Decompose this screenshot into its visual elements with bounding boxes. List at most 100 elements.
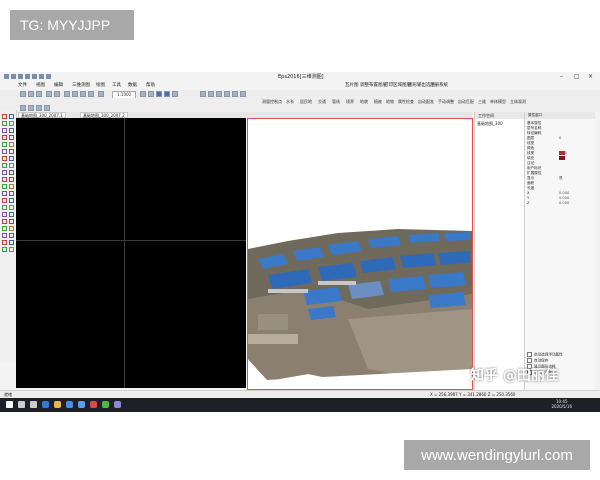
draw-tool-icon[interactable] bbox=[2, 128, 7, 133]
new-icon[interactable] bbox=[20, 91, 26, 97]
quick-access-icon[interactable] bbox=[39, 74, 44, 79]
menu-data[interactable]: 数据 bbox=[128, 82, 137, 90]
draw-tool-icon[interactable] bbox=[9, 135, 14, 140]
draw-tool-icon[interactable] bbox=[2, 135, 7, 140]
tray-clock[interactable]: 10:45 2020/5/16 bbox=[551, 399, 572, 409]
draw-tool-icon[interactable] bbox=[9, 114, 14, 119]
draw-tool-icon[interactable] bbox=[2, 205, 7, 210]
workspace-tree-item[interactable]: 基础地图_300 bbox=[477, 121, 503, 126]
menu-edit[interactable]: 编辑 bbox=[54, 82, 63, 90]
draw-tool-icon[interactable] bbox=[9, 247, 14, 252]
zoom-in-icon[interactable] bbox=[64, 91, 70, 97]
draw-tool-icon[interactable] bbox=[9, 149, 14, 154]
top-link[interactable]: 瓦片图 bbox=[345, 82, 359, 90]
viewport-2d[interactable] bbox=[16, 118, 246, 388]
draw-tool-icon[interactable] bbox=[9, 191, 14, 196]
draw-tool-icon[interactable] bbox=[9, 156, 14, 161]
menu-file[interactable]: 文件 bbox=[18, 82, 27, 90]
draw-tool-icon[interactable] bbox=[2, 156, 7, 161]
viewport-3d[interactable] bbox=[247, 118, 473, 390]
menu-3d-mapping[interactable]: 三维测图 bbox=[72, 82, 90, 90]
draw-tool-icon[interactable] bbox=[9, 240, 14, 245]
draw-tool-icon[interactable] bbox=[2, 233, 7, 238]
toolbar-icon[interactable] bbox=[200, 91, 206, 97]
refresh-icon[interactable] bbox=[88, 91, 94, 97]
menu-help[interactable]: 帮助 bbox=[146, 82, 155, 90]
search-icon[interactable] bbox=[18, 401, 25, 408]
view-2d-icon[interactable] bbox=[164, 91, 170, 97]
quick-access-icon[interactable] bbox=[18, 74, 23, 79]
pan-icon[interactable] bbox=[80, 91, 86, 97]
draw-tool-icon[interactable] bbox=[2, 177, 7, 182]
draw-tool-icon[interactable] bbox=[9, 198, 14, 203]
menu-view[interactable]: 视图 bbox=[36, 82, 45, 90]
close-button[interactable]: × bbox=[588, 73, 593, 81]
minimize-button[interactable]: – bbox=[560, 73, 563, 81]
draw-tool-icon[interactable] bbox=[9, 121, 14, 126]
grid-icon[interactable] bbox=[140, 91, 146, 97]
draw-tool-icon[interactable] bbox=[2, 212, 7, 217]
menu-draw[interactable]: 绘图 bbox=[96, 82, 105, 90]
draw-tool-icon[interactable] bbox=[9, 226, 14, 231]
view-3d-icon[interactable] bbox=[156, 91, 162, 97]
draw-tool-icon[interactable] bbox=[2, 247, 7, 252]
quick-access-icon[interactable] bbox=[46, 74, 51, 79]
draw-tool-icon[interactable] bbox=[2, 226, 7, 231]
measure-icon[interactable] bbox=[172, 91, 178, 97]
quick-access-icon[interactable] bbox=[32, 74, 37, 79]
draw-tool-icon[interactable] bbox=[9, 163, 14, 168]
save-icon[interactable] bbox=[36, 91, 42, 97]
draw-tool-icon[interactable] bbox=[2, 219, 7, 224]
taskview-icon[interactable] bbox=[30, 401, 37, 408]
color-swatch[interactable] bbox=[559, 156, 565, 160]
zoom-out-icon[interactable] bbox=[72, 91, 78, 97]
toolbar-icon[interactable] bbox=[208, 91, 214, 97]
edge-icon[interactable] bbox=[42, 401, 49, 408]
toolbar-icon[interactable] bbox=[224, 91, 230, 97]
redo-icon[interactable] bbox=[54, 91, 60, 97]
draw-tool-icon[interactable] bbox=[9, 142, 14, 147]
toolbar-icon[interactable] bbox=[36, 105, 42, 111]
toolbar-icon[interactable] bbox=[232, 91, 238, 97]
draw-tool-icon[interactable] bbox=[9, 170, 14, 175]
draw-tool-icon[interactable] bbox=[9, 184, 14, 189]
draw-tool-icon[interactable] bbox=[9, 128, 14, 133]
toolbar-icon[interactable] bbox=[240, 91, 246, 97]
draw-tool-icon[interactable] bbox=[2, 198, 7, 203]
quick-access-icon[interactable] bbox=[11, 74, 16, 79]
toolbar-icon[interactable] bbox=[20, 105, 26, 111]
store-icon[interactable] bbox=[66, 401, 73, 408]
open-icon[interactable] bbox=[28, 91, 34, 97]
draw-tool-icon[interactable] bbox=[9, 177, 14, 182]
undo-icon[interactable] bbox=[46, 91, 52, 97]
draw-tool-icon[interactable] bbox=[2, 184, 7, 189]
windows-icon[interactable] bbox=[6, 401, 13, 408]
color-swatch[interactable] bbox=[559, 151, 565, 155]
draw-tool-icon[interactable] bbox=[2, 163, 7, 168]
draw-tool-icon[interactable] bbox=[2, 191, 7, 196]
property-value[interactable]: 0 bbox=[559, 136, 561, 141]
top-link[interactable]: 注册系统 bbox=[430, 82, 448, 90]
app-icon-4[interactable] bbox=[114, 401, 121, 408]
draw-tool-icon[interactable] bbox=[9, 233, 14, 238]
menu-tools[interactable]: 工具 bbox=[112, 82, 121, 90]
top-link[interactable]: 打印区域图层 bbox=[384, 82, 411, 90]
quick-access-icon[interactable] bbox=[25, 74, 30, 79]
property-value[interactable]: 0.000 bbox=[559, 201, 569, 206]
snap-icon[interactable] bbox=[148, 91, 154, 97]
app-icon-1[interactable] bbox=[78, 401, 85, 408]
toolbar-icon[interactable] bbox=[44, 105, 50, 111]
toolbar-icon[interactable] bbox=[28, 105, 34, 111]
draw-tool-icon[interactable] bbox=[2, 114, 7, 119]
draw-tool-icon[interactable] bbox=[2, 170, 7, 175]
property-value[interactable]: 是 bbox=[559, 176, 563, 181]
toolbar-icon[interactable] bbox=[216, 91, 222, 97]
draw-tool-icon[interactable] bbox=[9, 212, 14, 217]
draw-tool-icon[interactable] bbox=[9, 219, 14, 224]
top-link[interactable]: 调整布置图层 bbox=[360, 82, 387, 90]
draw-tool-icon[interactable] bbox=[9, 205, 14, 210]
maximize-button[interactable]: □ bbox=[574, 73, 580, 81]
check-item[interactable]: 自动保存 bbox=[527, 358, 548, 363]
explorer-icon[interactable] bbox=[54, 401, 61, 408]
draw-tool-icon[interactable] bbox=[2, 149, 7, 154]
